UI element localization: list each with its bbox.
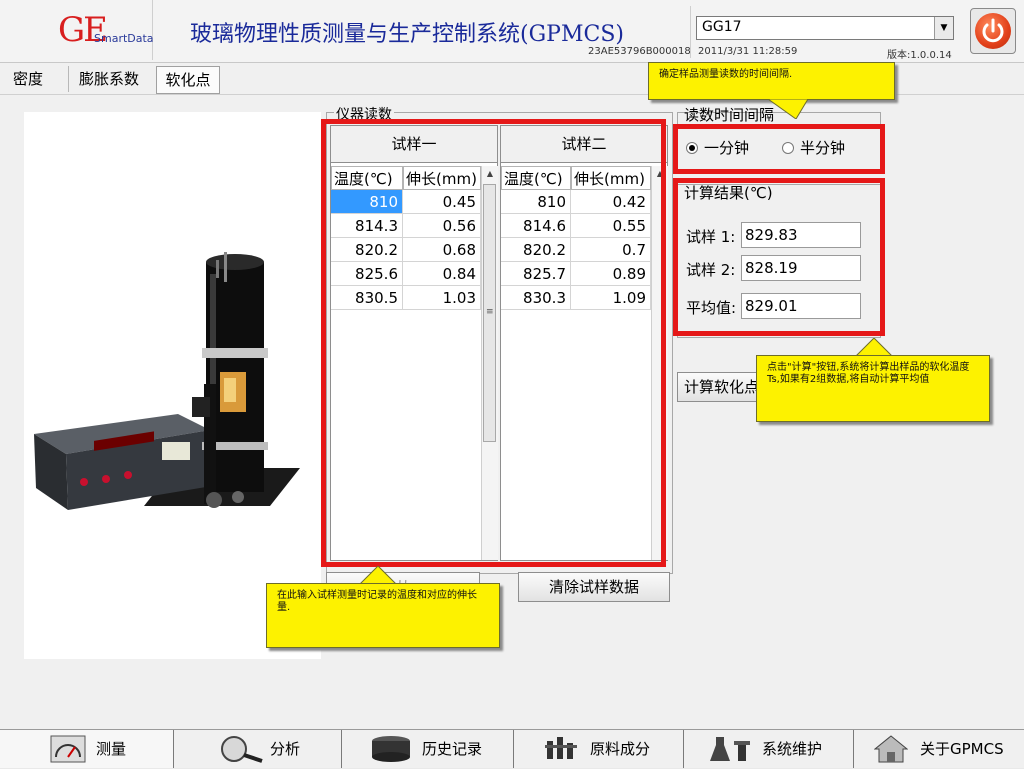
chevron-down-icon[interactable]: ▼: [934, 17, 953, 39]
exit-button[interactable]: [970, 8, 1016, 54]
tab-density[interactable]: 密度: [4, 66, 52, 92]
tab-raw-materials[interactable]: 原料成分: [514, 730, 684, 768]
reading-interval-legend: 读数时间间隔: [684, 106, 775, 124]
instrument-photo: [24, 112, 321, 659]
home-icon: [874, 735, 908, 763]
tooltip-data-input-text: 在此输入试样测量时记录的温度和对应的伸长量.: [277, 590, 477, 613]
tooltip-calculate-text: 点击"计算"按钮,系统将计算出样品的软化温度Ts,如果有2组数据,将自动计算平均…: [767, 362, 970, 385]
database-icon: [372, 736, 410, 762]
serial-number: 23AE53796B000018: [588, 46, 691, 57]
tab-history-label: 历史记录: [422, 740, 483, 758]
tooltip-data-input: 在此输入试样测量时记录的温度和对应的伸长量.: [266, 583, 500, 648]
tab-expansion-coefficient[interactable]: 膨胀系数: [68, 66, 149, 92]
tooltip-calculate: 点击"计算"按钮,系统将计算出样品的软化温度Ts,如果有2组数据,将自动计算平均…: [756, 355, 990, 422]
calculate-softening-point-button[interactable]: 计算软化点: [677, 372, 767, 402]
tab-softening-point[interactable]: 软化点: [156, 66, 220, 94]
tab-history[interactable]: 历史记录: [342, 730, 514, 768]
tooltip-reading-interval: 确定样品测量读数的时间间隔.: [648, 62, 895, 100]
tab-about[interactable]: 关于GPMCS: [854, 730, 1024, 768]
highlight-result-frame: [673, 178, 885, 336]
tab-raw-materials-label: 原料成分: [590, 740, 651, 758]
logo-smartdata-text: SmartData: [94, 32, 154, 45]
product-select[interactable]: GG17 ▼: [696, 16, 954, 40]
power-icon: [975, 13, 1011, 49]
magnifier-icon: [221, 736, 263, 763]
tooltip-reading-interval-text: 确定样品测量读数的时间间隔.: [659, 69, 793, 80]
tab-analysis-label: 分析: [270, 740, 301, 758]
gauge-icon: [50, 735, 86, 763]
tooltip-pointer: [360, 566, 396, 584]
tooltip-pointer: [856, 338, 892, 356]
tab-system-maintenance[interactable]: 系统维护: [684, 730, 854, 768]
highlight-interval-frame: [673, 124, 885, 174]
lab-flask-icon: [710, 737, 750, 761]
product-select-value: GG17: [702, 19, 742, 35]
logo: GE SmartData: [0, 0, 154, 60]
version-label: 版本:1.0.0.14: [887, 50, 952, 61]
tab-about-label: 关于GPMCS: [920, 740, 1004, 758]
tooltip-pointer: [768, 99, 808, 119]
tab-measure-label: 测量: [96, 740, 127, 758]
highlight-table-frame: [321, 119, 666, 567]
tab-system-maintenance-label: 系统维护: [762, 740, 823, 758]
clear-sample-data-button[interactable]: 清除试样数据: [518, 572, 670, 602]
tab-measure[interactable]: 测量: [0, 730, 174, 768]
app-title: 玻璃物理性质测量与生产控制系统(GPMCS): [190, 22, 624, 47]
tab-analysis[interactable]: 分析: [174, 730, 342, 768]
datetime-display: 2011/3/31 11:28:59: [698, 46, 798, 57]
materials-icon: [545, 737, 577, 759]
